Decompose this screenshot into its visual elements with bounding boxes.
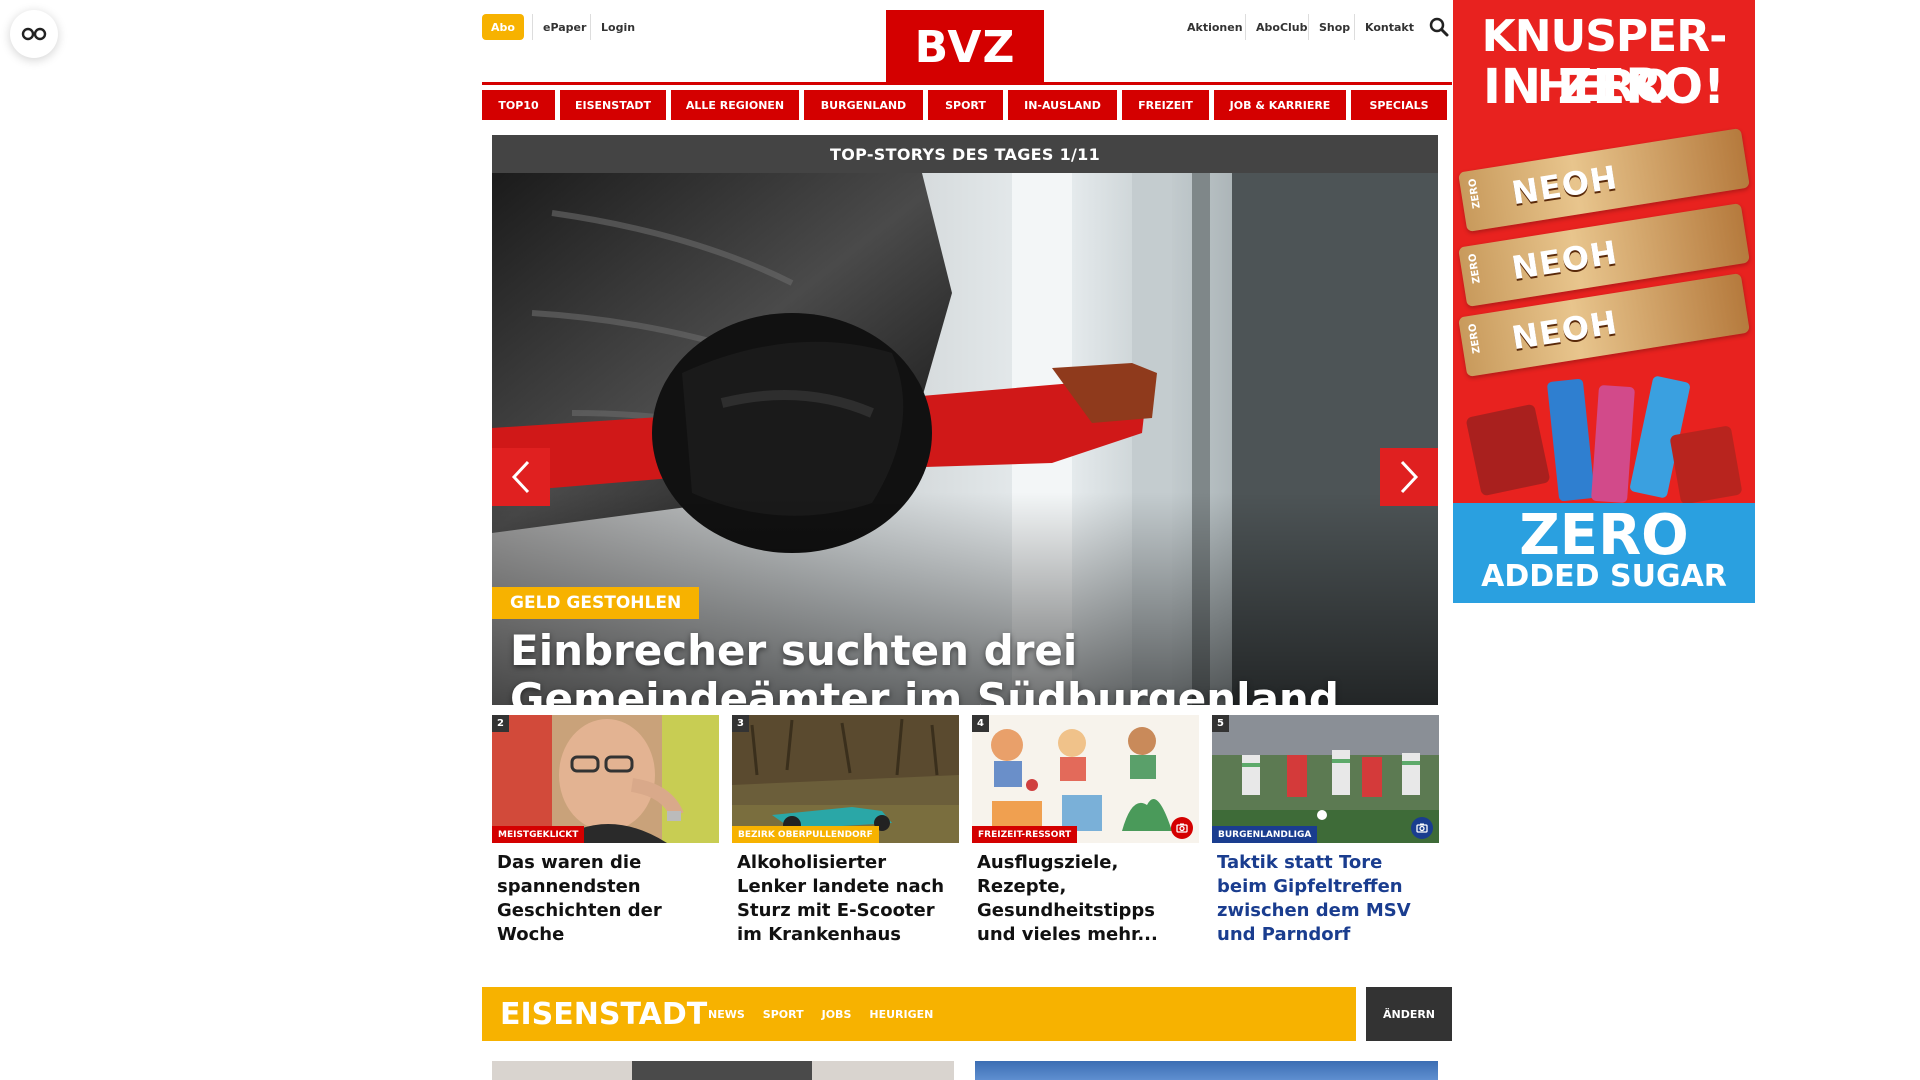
- teaser-title[interactable]: Ausflugsziele, Rezepte, Gesundheitstipps…: [972, 851, 1199, 947]
- teaser-image[interactable]: 4 FREIZEIT-RESSORT: [972, 715, 1199, 843]
- nav-burgenland[interactable]: BURGENLAND: [804, 90, 923, 120]
- section-link-sport[interactable]: SPORT: [763, 1008, 804, 1021]
- top-stories-slider: TOP-STORYS DES TAGES 1/11 GELD GESTOHLEN…: [492, 135, 1438, 705]
- reader-mode-button[interactable]: [10, 10, 58, 58]
- aktionen-link[interactable]: Aktionen: [1177, 14, 1253, 40]
- bar-zero-label: ZERO: [1467, 322, 1483, 355]
- header-divider: [482, 82, 1452, 85]
- ad-sugar-text: ADDED SUGAR: [1481, 559, 1727, 594]
- search-icon: [1429, 17, 1449, 37]
- teaser-category[interactable]: FREIZEIT-RESSORT: [972, 826, 1078, 843]
- teaser-image[interactable]: 3 BEZIRK OBERPULLENDORF: [732, 715, 959, 843]
- gallery-badge: [1171, 817, 1193, 839]
- abo-button[interactable]: Abo: [482, 14, 524, 40]
- bar-brand-label: NEOH: [1509, 158, 1621, 213]
- section-links: NEWS SPORT JOBS HEURIGEN: [708, 987, 933, 1041]
- hero-category-tag[interactable]: GELD GESTOHLEN: [492, 587, 700, 619]
- nav-in-ausland[interactable]: IN-AUSLAND: [1008, 90, 1117, 120]
- section-link-heurigen[interactable]: HEURIGEN: [869, 1008, 933, 1021]
- aboclub-link[interactable]: AboClub: [1245, 14, 1318, 40]
- nav-specials[interactable]: SPECIALS: [1351, 90, 1447, 120]
- escooter-photo: [732, 715, 959, 843]
- bar-brand-label: NEOH: [1509, 233, 1621, 288]
- slider-prev-button[interactable]: [492, 448, 550, 506]
- teaser-category[interactable]: MEISTGEKLICKT: [492, 826, 585, 843]
- teaser-card[interactable]: 4 FREIZEIT-RESSORT Ausflugsziele, Rezept…: [972, 715, 1199, 947]
- man-portrait-photo: [492, 715, 719, 843]
- teaser-title[interactable]: Taktik statt Tore beim Gipfeltreffen zwi…: [1212, 851, 1439, 947]
- camera-icon: [1416, 823, 1428, 833]
- teaser-row: 2 MEISTGEKLICKT Das waren die spannendst…: [492, 715, 1439, 955]
- nav-top10[interactable]: TOP10: [482, 90, 555, 120]
- epaper-link[interactable]: ePaper: [532, 14, 596, 40]
- camera-icon: [1176, 823, 1188, 833]
- leisure-illustration: [972, 715, 1199, 843]
- kontakt-link[interactable]: Kontakt: [1354, 14, 1424, 40]
- shop-link[interactable]: Shop: [1308, 14, 1360, 40]
- bar-zero-label: ZERO: [1467, 252, 1483, 285]
- teaser-rank: 4: [972, 715, 989, 732]
- section-link-jobs[interactable]: JOBS: [822, 1008, 852, 1021]
- change-region-button[interactable]: ÄNDERN: [1366, 987, 1452, 1041]
- section-title[interactable]: EISENSTADT: [500, 987, 707, 1041]
- bar-zero-label: ZERO: [1467, 177, 1483, 210]
- teaser-title[interactable]: Das waren die spannendsten Geschichten d…: [492, 851, 719, 947]
- bvz-logo[interactable]: BVZ: [886, 10, 1044, 84]
- advertisement-banner[interactable]: KNUSPER-HERO IN ZERO! ZERO NEOH ZERO NEOH …: [1453, 0, 1755, 603]
- teaser-rank: 2: [492, 715, 509, 732]
- article-image-partial[interactable]: [492, 1061, 954, 1080]
- teaser-card[interactable]: 5 BURGENLANDLIGA Taktik statt Tore beim …: [1212, 715, 1439, 947]
- teaser-card[interactable]: 2 MEISTGEKLICKT Das waren die spannendst…: [492, 715, 719, 947]
- region-section-bar: EISENSTADT NEWS SPORT JOBS HEURIGEN: [482, 987, 1356, 1041]
- teaser-card[interactable]: 3 BEZIRK OBERPULLENDORF Alkoholisierter …: [732, 715, 959, 947]
- search-button[interactable]: [1426, 14, 1452, 40]
- teaser-title[interactable]: Alkoholisierter Lenker landete nach Stur…: [732, 851, 959, 947]
- teaser-category[interactable]: BEZIRK OBERPULLENDORF: [732, 826, 879, 843]
- chevron-right-icon: [1400, 460, 1419, 494]
- nav-sport[interactable]: SPORT: [928, 90, 1003, 120]
- glasses-icon: [21, 27, 47, 41]
- portrait-photo-partial: [492, 1061, 954, 1080]
- slider-header: TOP-STORYS DES TAGES 1/11: [492, 135, 1438, 173]
- section-link-news[interactable]: NEWS: [708, 1008, 745, 1021]
- product-packs-image: [1466, 376, 1742, 504]
- bar-brand-label: NEOH: [1509, 303, 1621, 358]
- nav-freizeit[interactable]: FREIZEIT: [1122, 90, 1209, 120]
- nav-alle-regionen[interactable]: ALLE REGIONEN: [671, 90, 799, 120]
- teaser-image[interactable]: 5 BURGENLANDLIGA: [1212, 715, 1439, 843]
- football-match-photo: [1212, 715, 1439, 843]
- main-navigation: TOP10 EISENSTADT ALLE REGIONEN BURGENLAN…: [482, 90, 1452, 120]
- nav-job-karriere[interactable]: JOB & KARRIERE: [1214, 90, 1346, 120]
- article-image-partial[interactable]: [975, 1061, 1438, 1080]
- hero-image[interactable]: GELD GESTOHLEN Einbrecher suchten drei G…: [492, 173, 1438, 705]
- hero-headline[interactable]: Einbrecher suchten drei Gemeindeämter im…: [510, 627, 1410, 706]
- gallery-badge: [1411, 817, 1433, 839]
- ad-zero-text: ZERO: [1519, 503, 1689, 568]
- chevron-left-icon: [511, 460, 530, 494]
- teaser-rank: 3: [732, 715, 749, 732]
- teaser-category[interactable]: BURGENLANDLIGA: [1212, 826, 1318, 843]
- ad-headline-2: IN ZERO!: [1483, 59, 1725, 115]
- slider-next-button[interactable]: [1380, 448, 1438, 506]
- login-link[interactable]: Login: [590, 14, 645, 40]
- teaser-rank: 5: [1212, 715, 1229, 732]
- top-bar: Abo ePaper Login BVZ Aktionen AboClub Sh…: [482, 0, 1452, 84]
- nav-eisenstadt[interactable]: EISENSTADT: [560, 90, 666, 120]
- teaser-image[interactable]: 2 MEISTGEKLICKT: [492, 715, 719, 843]
